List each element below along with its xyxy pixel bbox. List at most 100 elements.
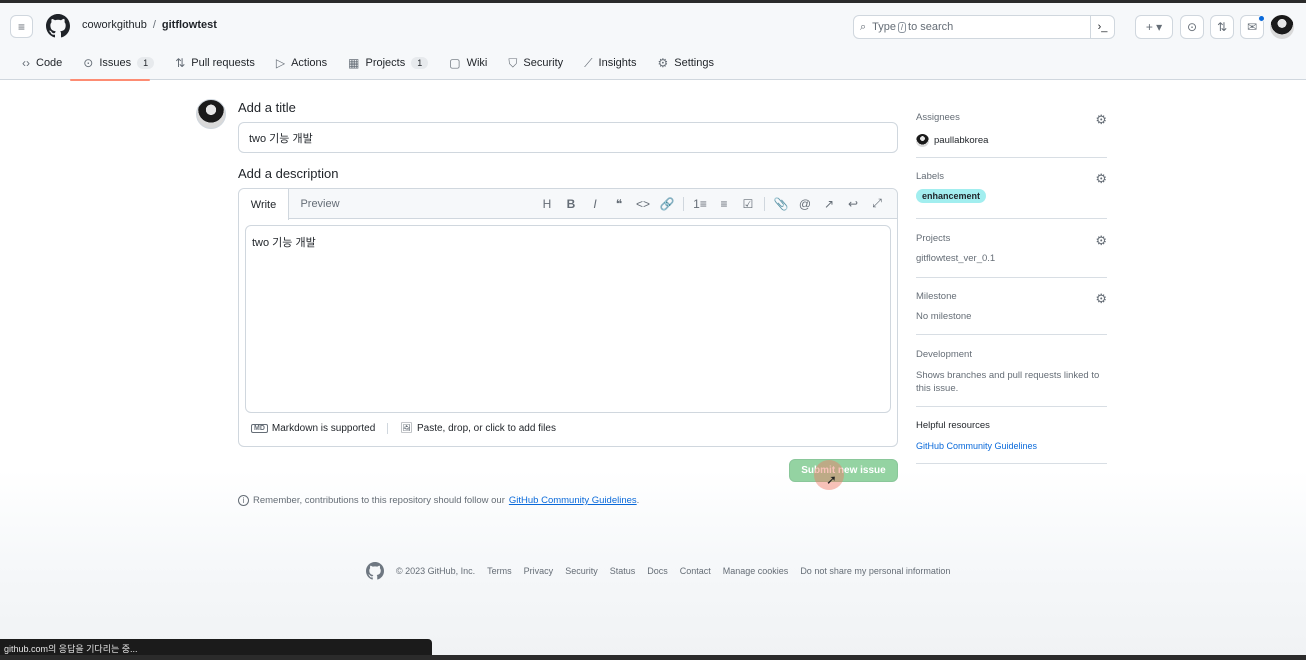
tab-actions[interactable]: ▷ Actions [268,53,335,73]
labels-title: Labels [916,171,944,182]
projects-title: Projects [916,233,951,244]
breadcrumb-repo[interactable]: gitflowtest [162,19,217,31]
tab-write[interactable]: Write [239,189,289,220]
assignees-gear-icon[interactable]: ⚙ [1095,112,1107,128]
tab-settings[interactable]: ⚙ Settings [649,53,722,73]
github-logo-icon[interactable] [46,14,70,38]
notification-indicator [1258,15,1265,22]
footer-link-terms[interactable]: Terms [487,566,512,576]
fullscreen-icon[interactable]: ⤢ [865,196,889,211]
git-pull-request-icon: ⇅ [1216,20,1228,34]
submit-new-issue-button[interactable]: Submit new issue [789,459,898,482]
menu-button[interactable]: ≡ [10,15,33,38]
helpful-title: Helpful resources [916,420,990,431]
markdown-supported-link[interactable]: MD Markdown is supported [251,423,389,434]
editor-footer: MD Markdown is supported 🖼 Paste, drop, … [251,423,556,434]
unordered-list-icon[interactable]: ≡ [712,197,736,211]
code-icon[interactable]: <> [631,197,655,211]
bold-icon[interactable]: B [559,197,583,211]
milestone-gear-icon[interactable]: ⚙ [1095,291,1107,307]
sidebar-projects: Projects ⚙ gitflowtest_ver_0.1 [916,233,1107,278]
mouse-cursor-icon: ➚ [826,472,837,487]
window-bottom-edge [0,655,1306,660]
pull-requests-button[interactable]: ⇅ [1210,15,1234,39]
assignees-title: Assignees [916,112,960,123]
title-label: Add a title [238,100,296,115]
breadcrumb-separator: / [152,19,156,31]
projects-gear-icon[interactable]: ⚙ [1095,233,1107,249]
footer-link-manage-cookies[interactable]: Manage cookies [723,566,789,576]
labels-gear-icon[interactable]: ⚙ [1095,171,1107,187]
link-icon[interactable]: 🔗 [655,197,679,211]
repo-header: ≡ coworkgithub / gitflowtest ⌕ Type / to… [0,3,1306,81]
tab-insights[interactable]: ⟋ Insights [576,53,644,73]
milestone-title: Milestone [916,291,957,302]
helpful-link[interactable]: GitHub Community Guidelines [916,441,1107,451]
project-name[interactable]: gitflowtest_ver_0.1 [916,253,1107,264]
assignee-name: paullabkorea [934,135,989,146]
quote-icon[interactable]: ❝ [607,197,631,211]
sidebar-milestone: Milestone ⚙ No milestone [916,291,1107,335]
ordered-list-icon[interactable]: 1≡ [688,197,712,211]
search-icon: ⌕ [860,20,867,33]
tab-label: Security [523,57,564,69]
assignee-item[interactable]: paullabkorea [916,134,1107,147]
tab-preview[interactable]: Preview [289,189,351,219]
development-title: Development [916,349,972,360]
markdown-icon: MD [251,424,268,433]
label-badge[interactable]: enhancement [916,189,987,203]
tab-label: Issues [99,57,132,69]
reply-icon[interactable]: ↩ [841,197,865,211]
footer-link-security[interactable]: Security [565,566,598,576]
footer-link-contact[interactable]: Contact [680,566,711,576]
tab-code[interactable]: ‹› Code [14,53,70,73]
label-list: enhancement [916,189,1107,203]
breadcrumb-owner[interactable]: coworkgithub [82,19,147,31]
inbox-icon: ✉ [1246,20,1258,34]
tab-label: Projects [365,57,406,69]
footer-link-docs[interactable]: Docs [647,566,668,576]
mention-icon[interactable]: @ [793,197,817,211]
browser-status-bar: github.com의 응답을 기다리는 중... [0,639,432,655]
tab-issues[interactable]: ⊙ Issues 1 [75,53,162,73]
issues-button[interactable]: ⊙ [1180,15,1204,39]
heading-icon[interactable]: H [535,197,559,211]
footer-link-privacy[interactable]: Privacy [524,566,554,576]
tasklist-icon[interactable]: ☑ [736,197,760,211]
create-new-button[interactable]: + ▾ [1135,15,1173,39]
projects-count-badge: 1 [411,57,429,69]
tab-pull-requests[interactable]: ⇅ Pull requests [167,53,263,73]
gear-icon: ⚙ [657,56,669,70]
search-input[interactable]: ⌕ Type / to search ›_ [853,15,1115,39]
italic-icon[interactable]: I [583,197,607,211]
assignee-avatar [916,134,929,147]
user-avatar[interactable] [1270,15,1294,39]
tab-security[interactable]: ⛉ Security [500,53,571,73]
shield-icon: ⛉ [508,55,518,70]
development-text: Shows branches and pull requests linked … [916,370,1100,394]
cross-reference-icon[interactable]: ↗ [817,197,841,211]
markdown-note: Markdown is supported [271,423,376,434]
title-input[interactable]: two 기능 개발 [238,122,898,153]
footer-link-do-not-share[interactable]: Do not share my personal information [800,566,950,576]
pull-request-icon: ⇅ [175,56,186,70]
paperclip-icon[interactable]: 📎 [769,197,793,211]
github-footer-logo-icon[interactable] [366,562,384,580]
issue-icon: ⊙ [83,56,94,70]
description-textarea[interactable]: two 기능 개발 [245,225,891,413]
community-guidelines-link[interactable]: GitHub Community Guidelines [509,495,637,506]
sidebar-labels: Labels ⚙ enhancement [916,171,1107,219]
tab-wiki[interactable]: ▢ Wiki [441,53,495,73]
footer-copyright: © 2023 GitHub, Inc. [396,566,476,576]
hamburger-icon: ≡ [17,19,25,34]
breadcrumb: coworkgithub / gitflowtest [82,19,217,31]
attach-files-button[interactable]: 🖼 Paste, drop, or click to add files [400,423,556,434]
milestone-value: No milestone [916,311,972,322]
tab-label: Insights [598,57,637,69]
tab-label: Settings [674,57,714,69]
issues-count-badge: 1 [137,57,155,69]
command-palette-icon[interactable]: ›_ [1090,16,1114,38]
tab-projects[interactable]: ▦ Projects 1 [340,53,436,73]
footer-link-status[interactable]: Status [610,566,636,576]
graph-icon: ⟋ [584,55,593,70]
